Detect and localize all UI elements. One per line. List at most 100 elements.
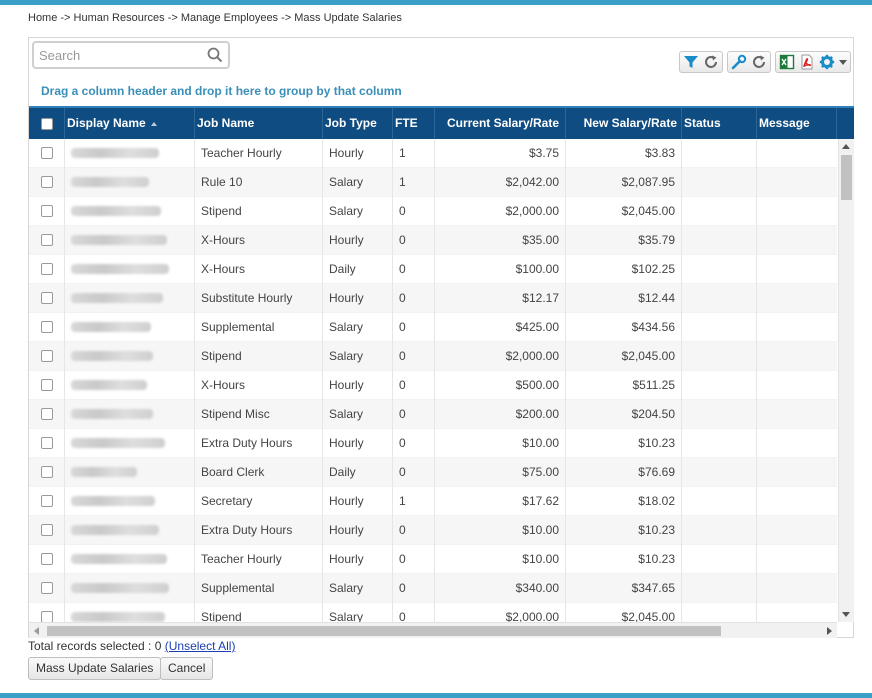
table-row[interactable]: X-Hours Daily 0 $100.00 $102.25: [29, 254, 837, 284]
new-salary-cell[interactable]: $18.02: [566, 486, 682, 516]
scroll-down-arrow-icon[interactable]: [842, 612, 850, 617]
row-checkbox[interactable]: [40, 408, 53, 421]
row-checkbox[interactable]: [40, 466, 53, 479]
status-cell: [682, 573, 757, 603]
table-row[interactable]: Rule 10 Salary 1 $2,042.00 $2,087.95: [29, 167, 837, 197]
horizontal-scrollbar[interactable]: [29, 622, 837, 638]
redacted-name: [71, 467, 137, 478]
table-row[interactable]: Board Clerk Daily 0 $75.00 $76.69: [29, 457, 837, 487]
mass-update-salaries-button[interactable]: Mass Update Salaries: [28, 657, 162, 680]
column-header-status[interactable]: Status: [682, 108, 757, 139]
row-checkbox[interactable]: [40, 495, 53, 508]
row-checkbox-cell: [29, 283, 65, 313]
row-checkbox[interactable]: [40, 176, 53, 189]
column-header-job-type[interactable]: Job Type: [323, 108, 393, 139]
row-checkbox-cell: [29, 254, 65, 284]
column-header-current-salary[interactable]: Current Salary/Rate: [435, 108, 566, 139]
row-checkbox[interactable]: [40, 524, 53, 537]
bottom-accent-bar: [0, 693, 872, 698]
gear-icon[interactable]: [818, 53, 836, 71]
new-salary-cell[interactable]: $102.25: [566, 254, 682, 284]
redacted-name: [71, 583, 169, 594]
row-checkbox[interactable]: [40, 321, 53, 334]
column-header-fte[interactable]: FTE: [393, 108, 435, 139]
table-row[interactable]: Stipend Salary 0 $2,000.00 $2,045.00: [29, 196, 837, 226]
row-checkbox[interactable]: [40, 234, 53, 247]
vertical-scrollbar[interactable]: [838, 139, 854, 622]
table-row[interactable]: Stipend Salary 0 $2,000.00 $2,045.00: [29, 341, 837, 371]
scroll-up-arrow-icon[interactable]: [842, 144, 850, 149]
message-cell: [757, 342, 837, 371]
dropdown-caret-icon[interactable]: [838, 53, 848, 71]
new-salary-cell[interactable]: $10.23: [566, 515, 682, 545]
display-name-cell: [65, 312, 195, 342]
new-salary-cell[interactable]: $3.83: [566, 139, 682, 168]
column-header-display-name[interactable]: Display Name: [65, 108, 195, 139]
status-cell: [682, 370, 757, 400]
filter-icon[interactable]: [682, 53, 700, 71]
new-salary-cell[interactable]: $2,045.00: [566, 341, 682, 371]
sort-ascending-icon: [150, 121, 157, 126]
scroll-right-arrow-icon[interactable]: [827, 627, 832, 635]
excel-icon[interactable]: [778, 53, 796, 71]
scroll-left-arrow-icon[interactable]: [34, 627, 39, 635]
message-cell: [757, 197, 837, 226]
new-salary-cell[interactable]: $76.69: [566, 457, 682, 487]
table-row[interactable]: Secretary Hourly 1 $17.62 $18.02: [29, 486, 837, 516]
pdf-icon[interactable]: [798, 53, 816, 71]
new-salary-cell[interactable]: $35.79: [566, 225, 682, 255]
table-row[interactable]: Supplemental Salary 0 $425.00 $434.56: [29, 312, 837, 342]
wrench-icon[interactable]: [730, 53, 748, 71]
redacted-name: [71, 264, 169, 275]
row-checkbox[interactable]: [40, 379, 53, 392]
new-salary-cell[interactable]: $10.23: [566, 428, 682, 458]
table-row[interactable]: Substitute Hourly Hourly 0 $12.17 $12.44: [29, 283, 837, 313]
select-all-checkbox[interactable]: [40, 117, 53, 130]
column-header-new-salary[interactable]: New Salary/Rate: [566, 108, 682, 139]
row-checkbox[interactable]: [40, 205, 53, 218]
new-salary-cell[interactable]: $2,087.95: [566, 167, 682, 197]
refresh-icon[interactable]: [702, 53, 720, 71]
table-row[interactable]: Teacher Hourly Hourly 1 $3.75 $3.83: [29, 139, 837, 168]
row-checkbox[interactable]: [40, 292, 53, 305]
cancel-button[interactable]: Cancel: [160, 657, 214, 680]
job-type-cell: Salary: [323, 573, 393, 603]
select-all-checkbox-cell: [29, 108, 65, 139]
new-salary-cell[interactable]: $434.56: [566, 312, 682, 342]
table-row[interactable]: Teacher Hourly Hourly 0 $10.00 $10.23: [29, 544, 837, 574]
new-salary-cell[interactable]: $511.25: [566, 370, 682, 400]
refresh-icon[interactable]: [750, 53, 768, 71]
message-cell: [757, 371, 837, 400]
job-type-cell: Hourly: [323, 515, 393, 545]
group-by-drop-zone[interactable]: Drag a column header and drop it here to…: [41, 84, 402, 98]
search-icon[interactable]: [207, 47, 223, 63]
search-input[interactable]: [39, 46, 207, 64]
row-checkbox[interactable]: [40, 263, 53, 276]
table-row[interactable]: Stipend Misc Salary 0 $200.00 $204.50: [29, 399, 837, 429]
table-row[interactable]: Extra Duty Hours Hourly 0 $10.00 $10.23: [29, 515, 837, 545]
new-salary-cell[interactable]: $2,045.00: [566, 196, 682, 226]
message-cell: [757, 603, 837, 624]
table-row[interactable]: X-Hours Hourly 0 $35.00 $35.79: [29, 225, 837, 255]
column-header-job-name[interactable]: Job Name: [195, 108, 323, 139]
status-cell: [682, 428, 757, 458]
table-row[interactable]: Stipend Salary 0 $2,000.00 $2,045.00: [29, 602, 837, 624]
new-salary-cell[interactable]: $347.65: [566, 573, 682, 603]
table-row[interactable]: Supplemental Salary 0 $340.00 $347.65: [29, 573, 837, 603]
table-row[interactable]: Extra Duty Hours Hourly 0 $10.00 $10.23: [29, 428, 837, 458]
table-row[interactable]: X-Hours Hourly 0 $500.00 $511.25: [29, 370, 837, 400]
unselect-all-link[interactable]: (Unselect All): [165, 639, 236, 653]
status-cell: [682, 254, 757, 284]
new-salary-cell[interactable]: $12.44: [566, 283, 682, 313]
new-salary-cell[interactable]: $10.23: [566, 544, 682, 574]
new-salary-cell[interactable]: $2,045.00: [566, 602, 682, 623]
new-salary-cell[interactable]: $204.50: [566, 399, 682, 429]
row-checkbox[interactable]: [40, 147, 53, 160]
column-header-message[interactable]: Message: [757, 108, 837, 139]
vertical-scroll-thumb[interactable]: [841, 155, 852, 200]
row-checkbox[interactable]: [40, 350, 53, 363]
row-checkbox[interactable]: [40, 582, 53, 595]
row-checkbox[interactable]: [40, 437, 53, 450]
horizontal-scroll-thumb[interactable]: [47, 626, 721, 636]
row-checkbox[interactable]: [40, 553, 53, 566]
